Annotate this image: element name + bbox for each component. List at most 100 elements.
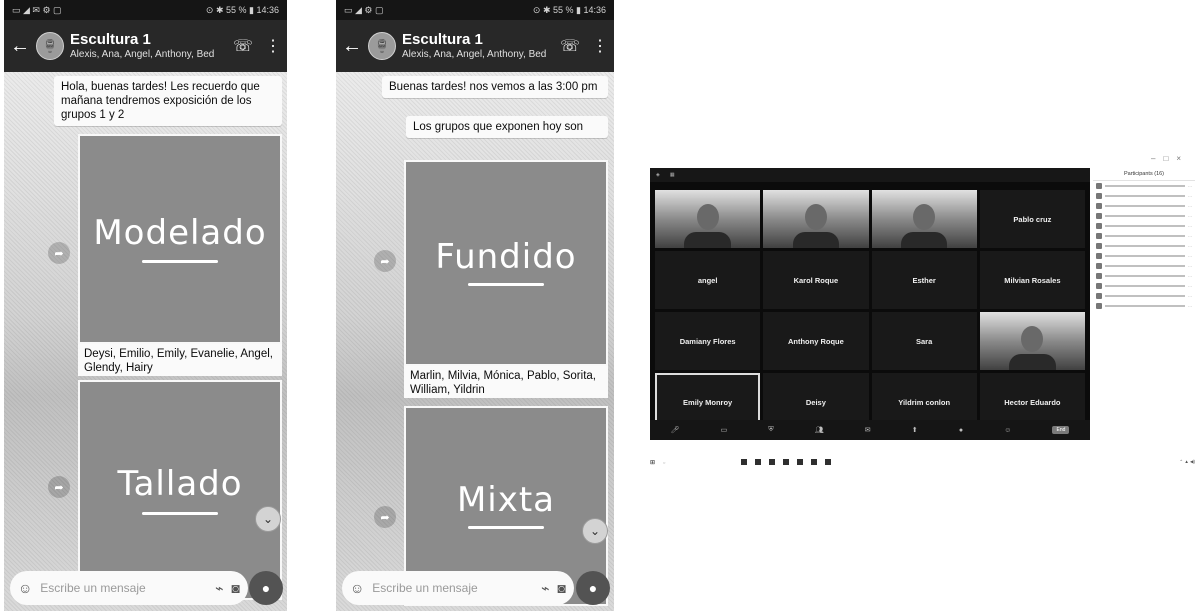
forward-icon[interactable]: ➦	[374, 506, 396, 528]
forward-icon[interactable]: ➦	[48, 476, 70, 498]
message-placeholder: Escribe un mensaje	[40, 581, 146, 595]
chat-title-box[interactable]: Escultura 1 Alexis, Ana, Angel, Anthony,…	[402, 32, 548, 60]
add-call-icon[interactable]: ☏	[560, 36, 580, 56]
video-icon[interactable]: ▭	[721, 426, 728, 434]
participant-tile[interactable]: Karol Roque	[763, 251, 869, 309]
taskbar-app-icon[interactable]	[825, 459, 832, 465]
end-meeting-button[interactable]: End	[1052, 426, 1070, 434]
emoji-icon[interactable]: ☺	[350, 580, 364, 596]
message-input[interactable]: ☺ Escribe un mensaje ⌁ ◙	[10, 571, 248, 605]
taskbar-app-icon[interactable]	[741, 459, 748, 465]
participant-tile[interactable]: Esther	[871, 251, 977, 309]
mic-status-icon: ⋯	[1188, 243, 1192, 249]
share-screen-icon[interactable]: ⬆	[912, 426, 918, 434]
avatar	[1096, 243, 1102, 249]
attach-icon[interactable]: ⌁	[215, 580, 223, 597]
taskbar-app-icon[interactable]	[797, 459, 804, 465]
more-options-icon[interactable]: ⋮	[592, 36, 608, 56]
chat-area[interactable]: Hola, buenas tardes! Les recuerdo que ma…	[4, 72, 287, 611]
window-controls[interactable]: –□×	[1151, 154, 1189, 163]
participant-face	[913, 204, 936, 230]
participant-list-row[interactable]: ⋯	[1093, 201, 1195, 211]
caption-text: Deysi, Emilio, Emily, Evanelie, Angel, G…	[84, 348, 273, 374]
participant-name-placeholder	[1105, 285, 1185, 287]
image-underline	[468, 525, 544, 529]
participant-list-row[interactable]: ⋯	[1093, 221, 1195, 231]
participant-list-row[interactable]: ⋯	[1093, 211, 1195, 221]
group-avatar[interactable]: 🏺	[368, 32, 396, 60]
mic-icon[interactable]: ●	[249, 571, 283, 605]
chat-title-box[interactable]: Escultura 1 Alexis, Ana, Angel, Anthony,…	[70, 32, 221, 60]
image-underline	[142, 259, 218, 263]
avatar	[1096, 263, 1102, 269]
notification-icons: ▭ ◢ ⚙ ▢	[344, 4, 384, 15]
participant-tile[interactable]: Anthony Roque	[763, 312, 869, 370]
participant-list-row[interactable]: ⋯	[1093, 231, 1195, 241]
taskbar-app-icon[interactable]	[811, 459, 818, 465]
image-message[interactable]: Modelado	[78, 134, 282, 344]
image-message[interactable]: Fundido	[404, 160, 608, 366]
view-icon[interactable]: ▦	[670, 172, 675, 178]
participant-tile[interactable]	[655, 190, 761, 248]
taskbar-search[interactable]: ○	[663, 460, 733, 465]
participant-name: Pablo cruz	[1013, 214, 1052, 224]
security-icon[interactable]: ⛨	[768, 426, 773, 434]
image-underline	[468, 283, 544, 287]
camera-icon[interactable]: ◙	[232, 580, 240, 596]
taskbar-app-icon[interactable]	[755, 459, 762, 465]
participant-tile[interactable]	[871, 190, 977, 248]
participant-list-row[interactable]: ⋯	[1093, 191, 1195, 201]
message-text: Los grupos que exponen hoy son	[413, 121, 584, 133]
message-input[interactable]: ☺ Escribe un mensaje ⌁ ◙	[342, 571, 574, 605]
scroll-down-icon[interactable]: ⌄	[582, 518, 608, 544]
taskbar-app-icon[interactable]	[783, 459, 790, 465]
participant-list-row[interactable]: ⋯	[1093, 241, 1195, 251]
chat-area[interactable]: Buenas tardes! nos vemos a las 3:00 pm L…	[336, 72, 614, 611]
participant-list-row[interactable]: ⋯	[1093, 251, 1195, 261]
back-arrow-icon[interactable]: ←	[342, 35, 362, 58]
participant-list-row[interactable]: ⋯	[1093, 181, 1195, 191]
participant-tile[interactable]: Milvian Rosales	[979, 251, 1085, 309]
group-avatar[interactable]: 🏺	[36, 32, 64, 60]
taskbar-app-icon[interactable]	[769, 459, 776, 465]
add-call-icon[interactable]: ☏	[233, 36, 253, 56]
participant-name-placeholder	[1105, 295, 1185, 297]
message-bubble: Hola, buenas tardes! Les recuerdo que ma…	[54, 76, 282, 126]
windows-start-icon[interactable]: ⊞	[650, 459, 655, 466]
mic-icon[interactable]: ●	[576, 571, 610, 605]
participant-tile[interactable]: Pablo cruz	[979, 190, 1085, 248]
participant-name: Esther	[912, 275, 936, 285]
participant-list-row[interactable]: ⋯	[1093, 271, 1195, 281]
back-arrow-icon[interactable]: ←	[10, 35, 30, 58]
participant-tile[interactable]	[979, 312, 1085, 370]
participant-list-row[interactable]: ⋯	[1093, 291, 1195, 301]
avatar	[1096, 183, 1102, 189]
participant-list-row[interactable]: ⋯	[1093, 301, 1195, 311]
chat-members: Alexis, Ana, Angel, Anthony, Bed	[70, 48, 215, 60]
scroll-down-icon[interactable]: ⌄	[255, 506, 281, 532]
forward-icon[interactable]: ➦	[48, 242, 70, 264]
chat-header: ← 🏺 Escultura 1 Alexis, Ana, Angel, Anth…	[336, 20, 614, 72]
participant-list-row[interactable]: ⋯	[1093, 281, 1195, 291]
participant-name: Damiany Flores	[679, 336, 736, 346]
participant-tile[interactable]: Sara	[871, 312, 977, 370]
record-icon[interactable]: ●	[959, 427, 963, 434]
attach-icon[interactable]: ⌁	[541, 580, 549, 597]
reactions-icon[interactable]: ☺	[1004, 427, 1011, 434]
participant-tile[interactable]: angel	[655, 251, 761, 309]
camera-icon[interactable]: ◙	[558, 580, 566, 596]
status-right: ⊙ ✱ 55 % ▮ 14:36	[532, 4, 606, 15]
participant-tile[interactable]: Damiany Flores	[655, 312, 761, 370]
emoji-icon[interactable]: ☺	[18, 580, 32, 596]
chat-icon[interactable]: ✉	[865, 426, 871, 434]
avatar	[1096, 213, 1102, 219]
mute-icon[interactable]: 🎤︎	[671, 426, 680, 434]
forward-icon[interactable]: ➦	[374, 250, 396, 272]
participant-tile[interactable]	[763, 190, 869, 248]
participant-face	[696, 204, 719, 230]
participants-icon[interactable]: 👥︎	[815, 426, 824, 434]
participant-list-row[interactable]: ⋯	[1093, 261, 1195, 271]
image-message[interactable]: Tallado	[78, 380, 282, 600]
message-placeholder: Escribe un mensaje	[372, 581, 478, 595]
more-options-icon[interactable]: ⋮	[265, 36, 281, 56]
